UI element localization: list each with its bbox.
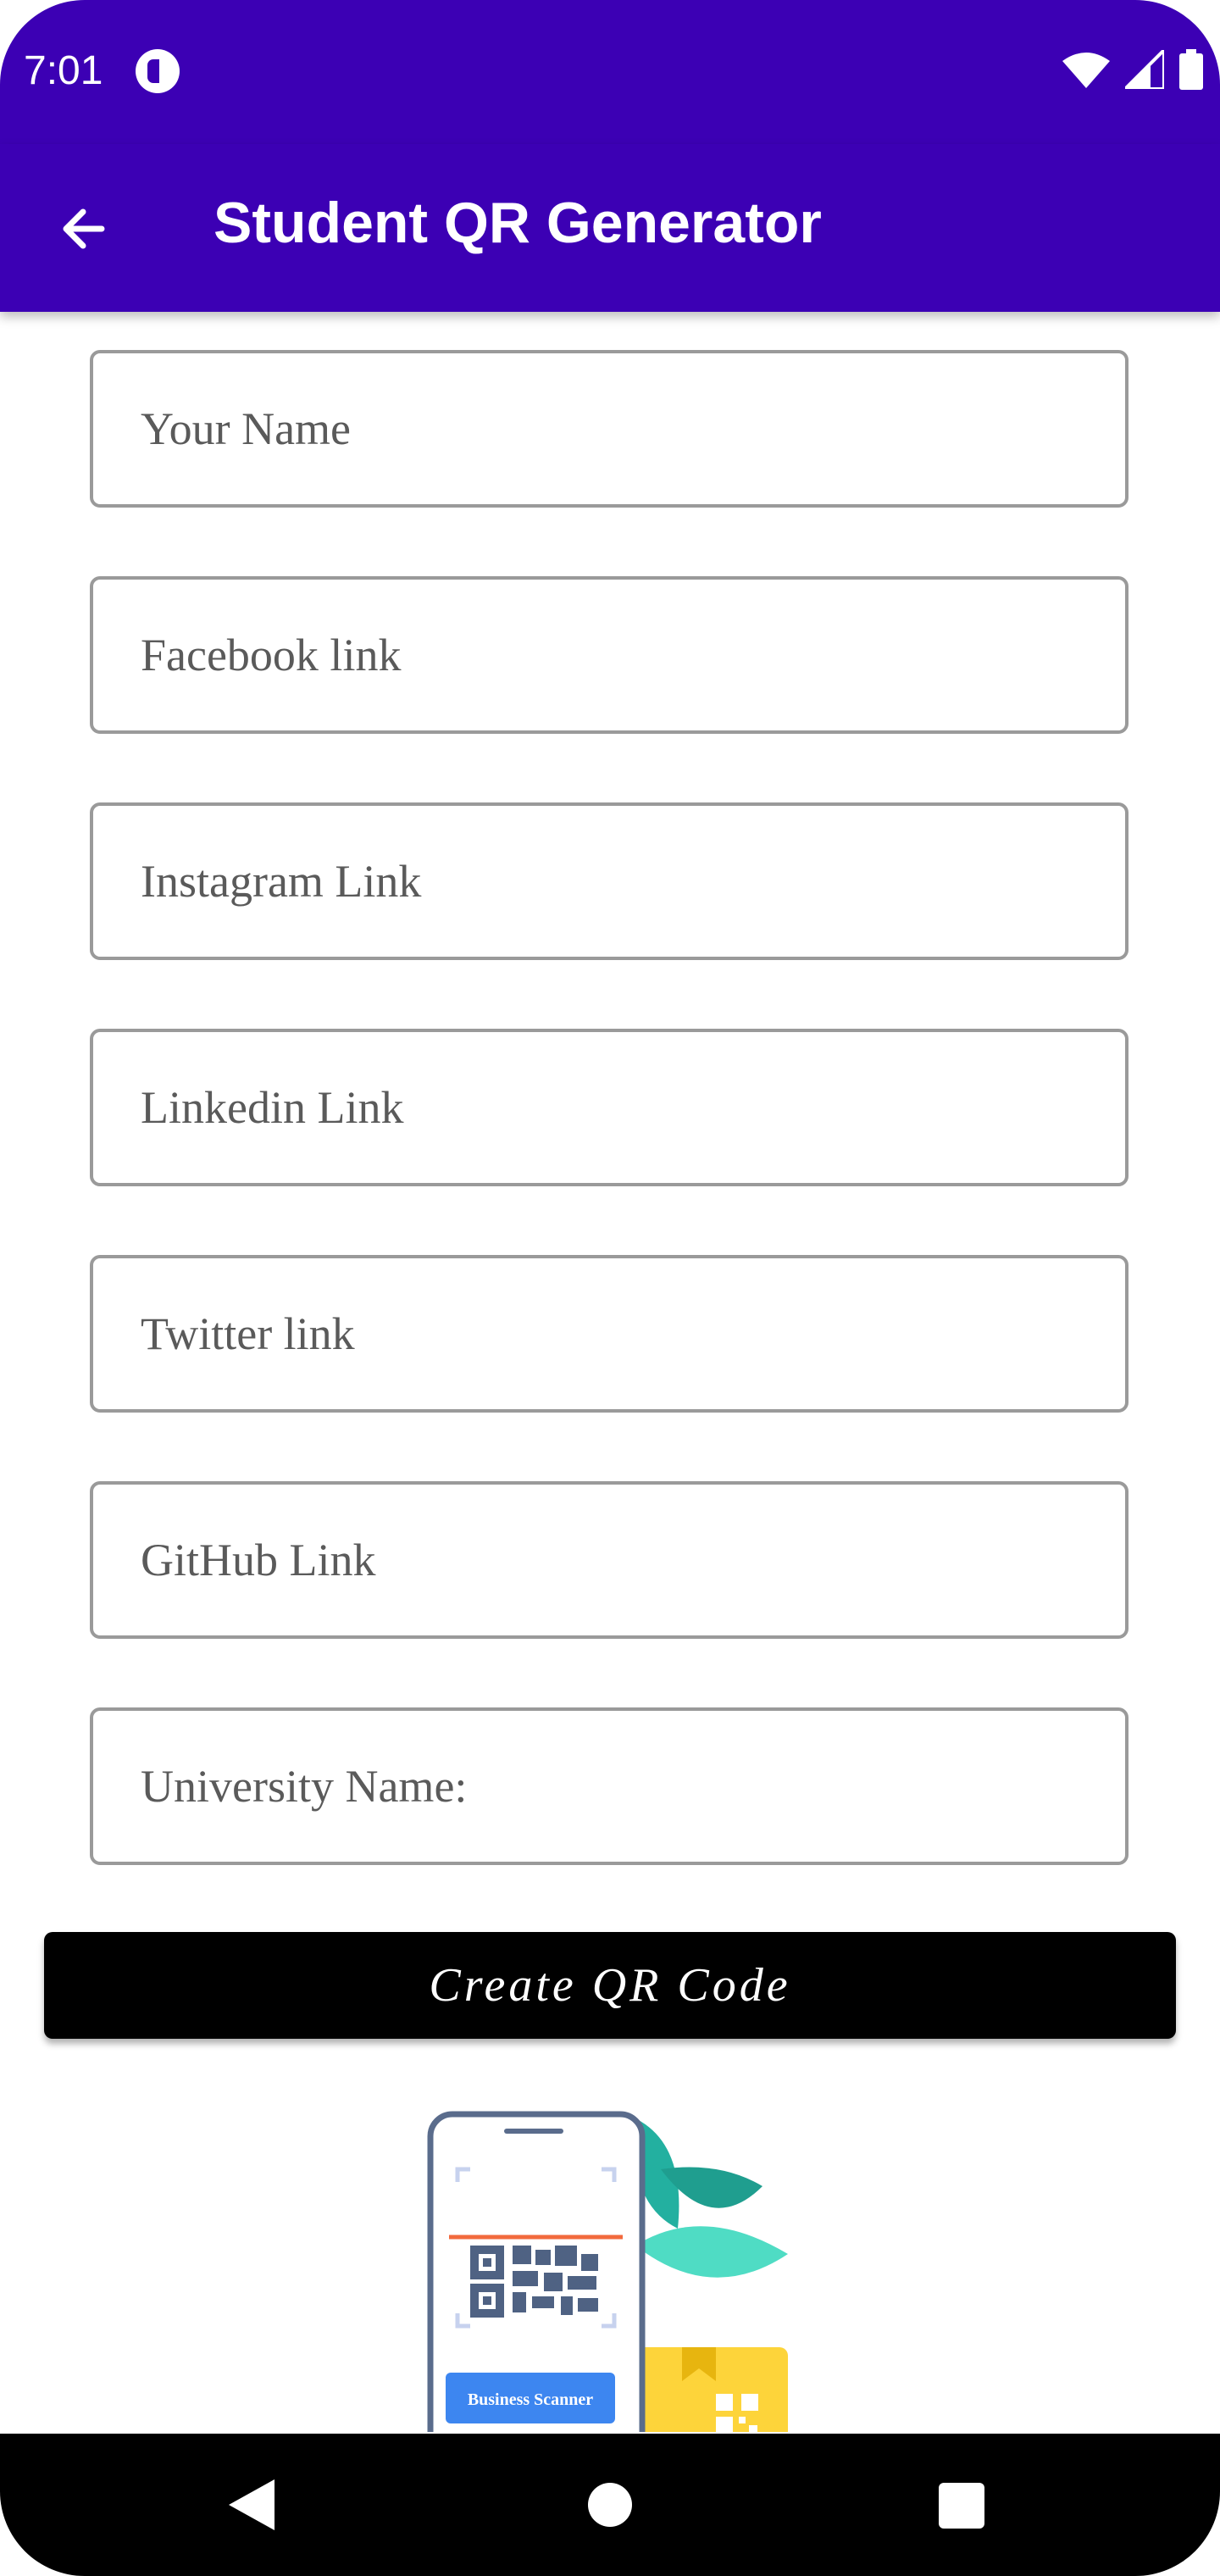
navigation-bar	[0, 2434, 1220, 2576]
page-title: Student QR Generator	[214, 191, 822, 255]
linkedin-link-field[interactable]	[90, 1029, 1128, 1186]
notification-icon	[136, 49, 180, 93]
facebook-link-field[interactable]	[90, 576, 1128, 734]
screen: 7:01 Student QR Generator Your Name Face…	[0, 0, 1220, 2576]
instagram-link-input[interactable]	[93, 806, 1125, 957]
github-link-field[interactable]	[90, 1481, 1128, 1639]
university-name-input[interactable]	[93, 1711, 1125, 1862]
instagram-link-field[interactable]	[90, 802, 1128, 960]
nav-home-icon[interactable]	[588, 2483, 632, 2527]
university-name-field[interactable]	[90, 1707, 1128, 1865]
wifi-icon	[1062, 53, 1110, 88]
nav-recents-icon[interactable]	[939, 2483, 984, 2529]
your-name-field[interactable]	[90, 350, 1128, 508]
facebook-link-input[interactable]	[93, 580, 1125, 730]
twitter-link-input[interactable]	[93, 1258, 1125, 1409]
signal-icon	[1125, 50, 1164, 89]
create-qr-code-button[interactable]: Create QR Code	[44, 1932, 1176, 2039]
app-bar: Student QR Generator	[0, 144, 1220, 312]
twitter-link-field[interactable]	[90, 1255, 1128, 1413]
qr-scanner-illustration: Business Scanner	[427, 2111, 788, 2432]
status-bar: 7:01	[0, 0, 1220, 144]
linkedin-link-input[interactable]	[93, 1032, 1125, 1183]
scanner-label: Business Scanner	[468, 2390, 593, 2409]
github-link-input[interactable]	[93, 1485, 1125, 1635]
battery-icon	[1179, 49, 1203, 90]
status-icons	[1062, 49, 1203, 90]
arrow-back-icon[interactable]	[51, 195, 119, 263]
your-name-input[interactable]	[93, 353, 1125, 504]
status-time: 7:01	[24, 48, 103, 93]
nav-back-icon[interactable]	[229, 2479, 274, 2530]
